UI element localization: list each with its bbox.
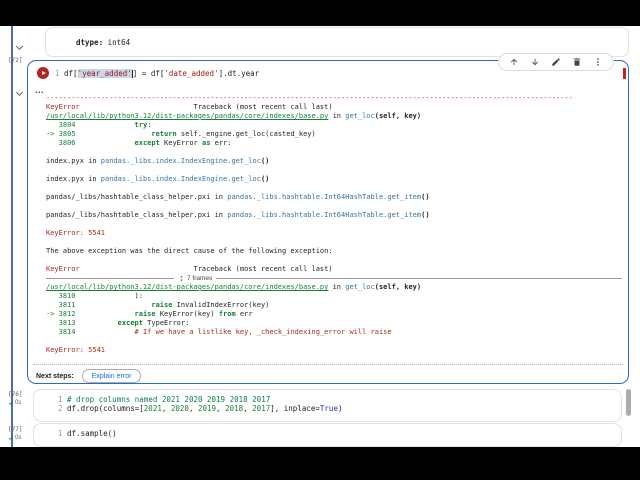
collapse-output-chevron-icon[interactable] xyxy=(14,86,25,97)
next-steps-label: Next steps: xyxy=(36,372,74,380)
scrollbar-thumb[interactable] xyxy=(626,389,631,416)
collapse-output-chevron-icon[interactable] xyxy=(14,40,25,51)
dtype-output-text: dtype: int64 xyxy=(76,38,130,47)
explain-error-button[interactable]: Explain error xyxy=(81,369,142,383)
error-overview-mark xyxy=(623,68,626,79)
dtype-label: dtype: xyxy=(76,37,104,47)
cell-toolbar xyxy=(498,53,614,71)
top-letterbox xyxy=(0,0,640,26)
code-editor[interactable]: 1 df['year_added'] = df['date_added'].dt… xyxy=(55,69,259,78)
bottom-letterbox xyxy=(0,447,640,480)
play-icon xyxy=(41,71,46,75)
code-cell-77[interactable]: 1 df.sample() xyxy=(33,423,622,447)
execution-time: 0s xyxy=(15,435,22,441)
execution-status-76: 0s xyxy=(8,400,21,406)
code-cell-72[interactable]: 1 df['year_added'] = df['date_added'].dt… xyxy=(27,53,629,384)
unfold-arrows-icon xyxy=(180,275,183,282)
code-cell-76[interactable]: 1 # drop columns named 2021 2020 2019 20… xyxy=(33,389,622,422)
edit-icon[interactable] xyxy=(551,57,561,67)
section-indent-guide xyxy=(11,26,13,447)
check-icon xyxy=(8,436,14,440)
code-editor[interactable]: 1 df.sample() xyxy=(58,429,117,438)
run-cell-button[interactable] xyxy=(37,67,49,79)
move-cell-up-icon[interactable] xyxy=(509,57,519,67)
execution-status-77: 0s xyxy=(8,435,21,441)
move-cell-down-icon[interactable] xyxy=(530,57,540,67)
error-traceback-output: ----------------------------------------… xyxy=(46,94,622,355)
output-footer-divider xyxy=(33,364,623,365)
notebook-screen: dtype: int64 [72] 1 df['year_added'] = d… xyxy=(0,0,640,480)
dtype-value: int64 xyxy=(103,37,131,47)
execution-count-76: [76] xyxy=(8,391,23,398)
execution-count-77: [77] xyxy=(8,426,23,433)
expand-frames-button[interactable]: 7 frames xyxy=(178,275,212,282)
delete-cell-icon[interactable] xyxy=(572,57,582,67)
execution-count-72: [72] xyxy=(8,57,23,64)
check-icon xyxy=(8,401,14,405)
code-editor[interactable]: 1 # drop columns named 2021 2020 2019 20… xyxy=(58,395,342,413)
more-vert-icon[interactable] xyxy=(593,57,603,67)
execution-time: 0s xyxy=(15,400,22,406)
output-ellipsis-icon: ... xyxy=(35,85,45,95)
next-steps-bar: Next steps: Explain error xyxy=(36,369,142,383)
